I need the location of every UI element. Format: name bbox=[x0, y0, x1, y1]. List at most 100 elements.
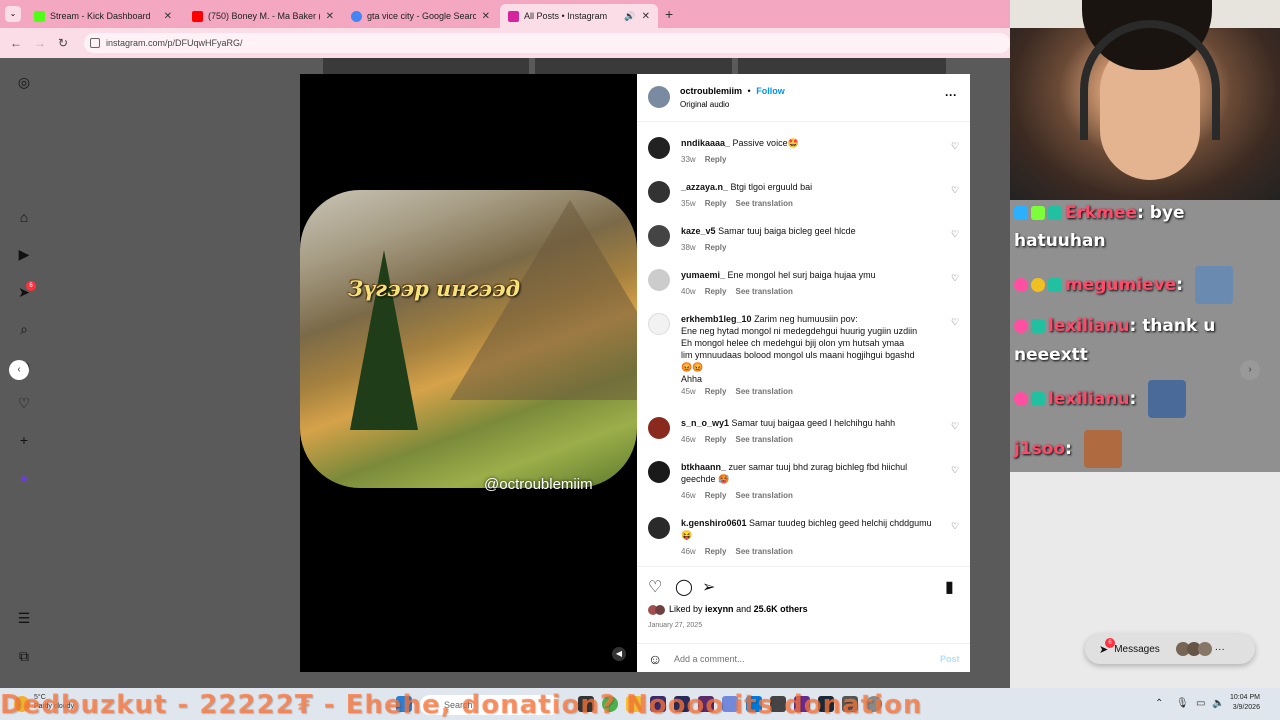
like-comment-icon[interactable]: ♡ bbox=[951, 141, 959, 152]
reply-button[interactable]: Reply bbox=[705, 491, 727, 500]
chat-message: lexilianu: thank u bbox=[1014, 316, 1215, 336]
avatar[interactable] bbox=[648, 313, 670, 335]
follow-button[interactable]: Follow bbox=[756, 86, 785, 96]
avatar[interactable] bbox=[648, 417, 670, 439]
see-translation-link[interactable]: See translation bbox=[735, 199, 792, 208]
site-info-icon[interactable] bbox=[90, 38, 100, 48]
avatar[interactable] bbox=[648, 517, 670, 539]
badge-icon bbox=[1014, 319, 1028, 333]
badge-icon bbox=[1048, 206, 1062, 220]
reload-icon[interactable]: ↻ bbox=[58, 36, 68, 50]
comment-icon[interactable]: ◯ bbox=[675, 577, 693, 597]
see-translation-link[interactable]: See translation bbox=[735, 435, 792, 444]
tab-search-icon[interactable]: ⌄ bbox=[5, 6, 21, 22]
notifications-heart-icon[interactable]: ♡ bbox=[16, 395, 32, 411]
like-comment-icon[interactable]: ♡ bbox=[951, 185, 959, 196]
chat-message: lexilianu: bbox=[1014, 380, 1187, 418]
author-username[interactable]: octroublemiim bbox=[680, 86, 742, 96]
badge-icon bbox=[1031, 278, 1045, 292]
tray-chevron-icon[interactable]: ⌃ bbox=[1155, 698, 1163, 709]
url-field[interactable]: instagram.com/p/DFUqwHFyaRG/ bbox=[84, 33, 1010, 53]
reply-button[interactable]: Reply bbox=[705, 435, 727, 444]
post-date: January 27, 2025 bbox=[648, 622, 703, 629]
post-comment-button[interactable]: Post bbox=[940, 654, 960, 664]
close-tab-icon[interactable]: ✕ bbox=[326, 11, 334, 22]
reply-button[interactable]: Reply bbox=[705, 199, 727, 208]
avatar[interactable] bbox=[648, 137, 670, 159]
reel-video[interactable]: Зүгээр ингээд @octroublemiim ◀ bbox=[300, 74, 637, 672]
more-options-icon[interactable]: ··· bbox=[945, 88, 957, 102]
close-tab-icon[interactable]: ✕ bbox=[482, 11, 490, 22]
liked-by-user[interactable]: iexynn bbox=[705, 604, 734, 614]
previous-post-button[interactable]: ‹ bbox=[9, 360, 29, 380]
emoji-icon[interactable]: ☺ bbox=[648, 651, 662, 667]
reply-button[interactable]: Reply bbox=[705, 387, 727, 396]
like-comment-icon[interactable]: ♡ bbox=[951, 229, 959, 240]
chat-message: megumieve: bbox=[1014, 266, 1233, 304]
tab-kick[interactable]: Stream - Kick Dashboard ✕ bbox=[26, 4, 180, 28]
see-translation-link[interactable]: See translation bbox=[735, 387, 792, 396]
likes-count[interactable]: 25.6K others bbox=[754, 604, 808, 614]
badge-icon bbox=[1031, 206, 1045, 220]
badge-icon bbox=[1031, 392, 1045, 406]
like-icon[interactable]: ♡ bbox=[648, 577, 662, 597]
like-comment-icon[interactable]: ♡ bbox=[951, 421, 959, 432]
badge-icon bbox=[1031, 319, 1045, 333]
post-actions: ♡ ◯ ➢ ▮ Liked by iexynn and 25.6K others… bbox=[637, 566, 970, 672]
instagram-icon bbox=[508, 10, 519, 22]
volume-icon[interactable]: 🔈 bbox=[1212, 698, 1224, 709]
see-translation-link[interactable]: See translation bbox=[735, 491, 792, 500]
microphone-icon[interactable]: 🎙 bbox=[1176, 698, 1189, 709]
system-clock[interactable]: 10:04 PM 3/9/2026 bbox=[1230, 693, 1260, 713]
new-tab-icon[interactable]: + bbox=[665, 6, 673, 22]
like-comment-icon[interactable]: ♡ bbox=[951, 317, 959, 328]
stream-chat: Erkmee: bye hatuuhan megumieve: lexilian… bbox=[1010, 200, 1280, 472]
speaker-icon[interactable]: 🔊 bbox=[624, 11, 635, 22]
background-post bbox=[323, 58, 529, 74]
tab-google[interactable]: gta vice city - Google Search ✕ bbox=[343, 4, 498, 28]
like-comment-icon[interactable]: ♡ bbox=[951, 465, 959, 476]
tab-instagram[interactable]: All Posts • Instagram 🔊 ✕ bbox=[500, 4, 658, 28]
reply-button[interactable]: Reply bbox=[705, 243, 727, 252]
youtube-icon bbox=[192, 10, 203, 22]
landscape-image: Зүгээр ингээд bbox=[300, 190, 637, 488]
streamer-webcam bbox=[1010, 0, 1280, 200]
reply-button[interactable]: Reply bbox=[705, 547, 727, 556]
audio-toggle-icon[interactable]: ◀ bbox=[612, 647, 626, 661]
reply-button[interactable]: Reply bbox=[705, 287, 727, 296]
avatar[interactable] bbox=[648, 461, 670, 483]
like-comment-icon[interactable]: ♡ bbox=[951, 521, 959, 532]
messages-widget[interactable]: ➤ 6 Messages ··· bbox=[1085, 634, 1255, 664]
share-icon[interactable]: ➢ bbox=[702, 577, 715, 597]
reels-icon[interactable]: ▶ bbox=[16, 246, 32, 262]
menu-icon[interactable]: ☰ bbox=[16, 610, 32, 626]
donation-ticker: Dedbuzkut - 22222₮ - Ehehe, donation? No… bbox=[0, 690, 923, 720]
author-avatar[interactable] bbox=[648, 86, 670, 108]
forward-icon[interactable]: → bbox=[34, 36, 46, 50]
like-comment-icon[interactable]: ♡ bbox=[951, 273, 959, 284]
background-post bbox=[535, 58, 732, 74]
save-bookmark-icon[interactable]: ▮ bbox=[945, 577, 954, 597]
also-from-meta-icon[interactable]: ⧉ bbox=[16, 648, 32, 664]
add-comment-input[interactable]: Add a comment... bbox=[674, 654, 745, 664]
see-translation-link[interactable]: See translation bbox=[735, 287, 792, 296]
close-tab-icon[interactable]: ✕ bbox=[164, 11, 172, 22]
profile-icon[interactable]: ● bbox=[16, 470, 32, 486]
avatar[interactable] bbox=[648, 225, 670, 247]
avatar[interactable] bbox=[648, 269, 670, 291]
audio-label[interactable]: Original audio bbox=[680, 100, 729, 109]
close-tab-icon[interactable]: ✕ bbox=[642, 11, 650, 22]
create-icon[interactable]: + bbox=[16, 432, 32, 448]
search-icon[interactable]: ⌕ bbox=[16, 321, 32, 337]
network-icon[interactable]: ▭ bbox=[1196, 698, 1205, 709]
emote-image bbox=[1083, 430, 1122, 468]
avatar[interactable] bbox=[648, 181, 670, 203]
reply-button[interactable]: Reply bbox=[705, 155, 727, 164]
add-comment-bar: ☺ Add a comment... Post bbox=[637, 643, 970, 673]
see-translation-link[interactable]: See translation bbox=[735, 547, 792, 556]
tab-youtube[interactable]: (750) Boney M. - Ma Baker (ZDF ✕ bbox=[184, 4, 342, 28]
back-icon[interactable]: ← bbox=[10, 36, 22, 50]
chat-message: j1soo: bbox=[1014, 430, 1122, 468]
instagram-logo-icon[interactable]: ◎ bbox=[16, 74, 32, 90]
home-icon[interactable]: ⌂ bbox=[16, 209, 32, 225]
